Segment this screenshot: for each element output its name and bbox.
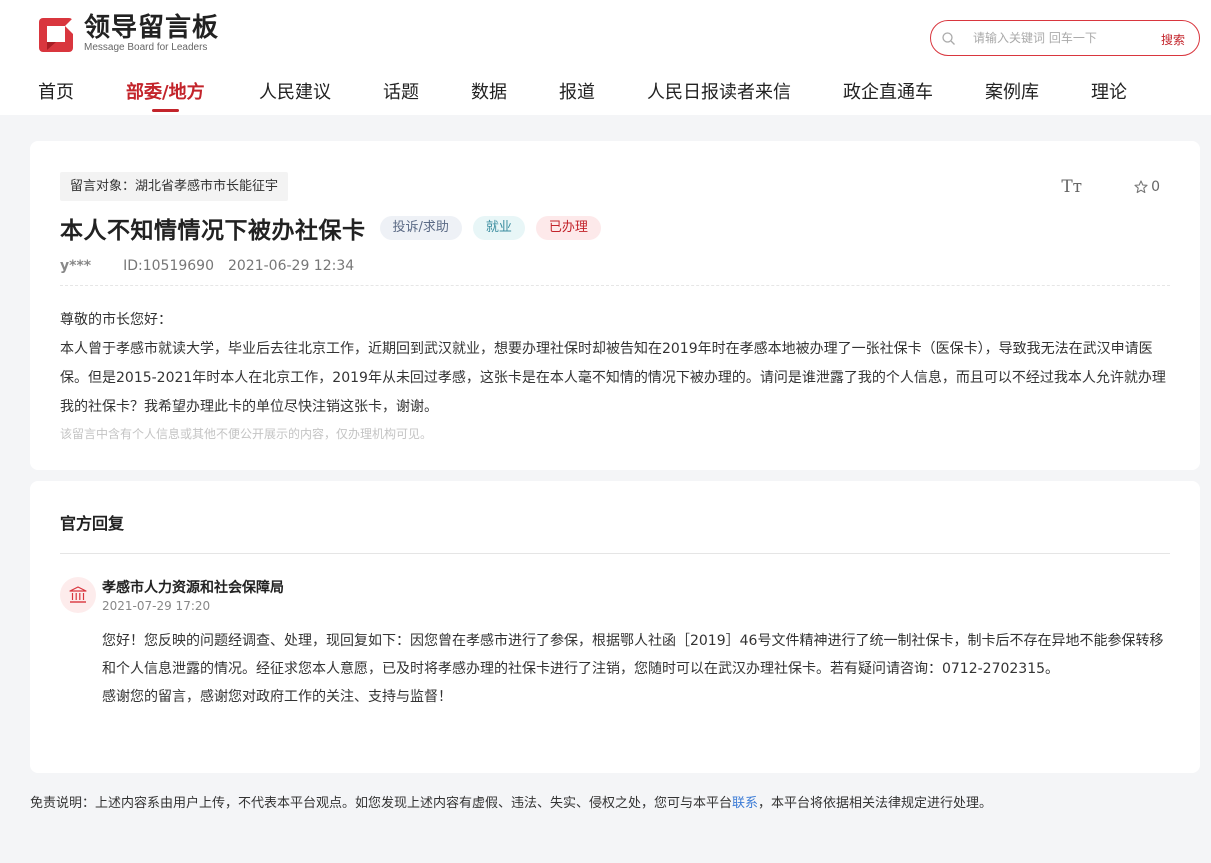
reply-org-name: 孝感市人力资源和社会保障局 (102, 580, 284, 596)
nav-item-data[interactable]: 数据 (471, 78, 507, 104)
message-title: 本人不知情情况下被办社保卡 (60, 218, 366, 244)
nav-item-ministries-local[interactable]: 部委/地方 (126, 78, 205, 104)
search-icon (942, 31, 955, 45)
message-tools: Tт 0 (1061, 177, 1160, 197)
divider (60, 285, 1170, 286)
nav-item-case-library[interactable]: 案例库 (985, 78, 1039, 104)
disclaimer-prefix: 免责说明：上述内容系由用户上传，不代表本平台观点。如您发现上述内容有虚假、违法、… (30, 796, 733, 811)
official-reply-card: 官方回复 孝感市人力资源和社会保障局 2021-07-29 17:20 您好！您… (30, 481, 1200, 773)
logo-mark-icon (38, 15, 76, 53)
government-building-icon (60, 577, 96, 613)
privacy-notice: 该留言中含有个人信息或其他不便公开展示的内容，仅办理机构可见。 (60, 427, 433, 441)
reply-closing: 感谢您的留言，感谢您对政府工作的关注、支持与监督！ (102, 689, 452, 705)
nav-item-readers-letters[interactable]: 人民日报读者来信 (647, 78, 791, 104)
author-name: y*** (60, 258, 92, 274)
search-input[interactable] (973, 31, 1143, 45)
reply-content: 您好！您反映的问题经调查、处理，现回复如下：因您曾在孝感市进行了参保，根据鄂人社… (102, 627, 1172, 711)
logo-subtitle: Message Board for Leaders (84, 42, 208, 53)
message-greeting: 尊敬的市长您好： (60, 312, 172, 328)
nav-item-people-suggestions[interactable]: 人民建议 (259, 78, 331, 104)
message-content: 尊敬的市长您好： 本人曾于孝感市就读大学，毕业后去往北京工作，近期回到武汉就业，… (60, 306, 1172, 422)
message-card: 留言对象：湖北省孝感市市长能征宇 Tт 0 本人不知情情况下被办社保卡 投诉/求… (30, 141, 1200, 470)
reply-section-title: 官方回复 (60, 514, 125, 533)
nav-item-reports[interactable]: 报道 (559, 78, 595, 104)
message-body: 本人曾于孝感市就读大学，毕业后去往北京工作，近期回到武汉就业，想要办理社保时却被… (60, 341, 1166, 415)
nav-item-theory[interactable]: 理论 (1091, 78, 1127, 104)
nav-active-indicator (152, 109, 179, 112)
nav-item-enterprise-express[interactable]: 政企直通车 (843, 78, 933, 104)
site-header: 领导留言板 Message Board for Leaders 搜索 首页 部委… (0, 0, 1211, 115)
disclaimer: 免责说明：上述内容系由用户上传，不代表本平台观点。如您发现上述内容有虚假、违法、… (30, 792, 992, 811)
search-button[interactable]: 搜索 (1161, 31, 1185, 48)
nav-item-topics[interactable]: 话题 (383, 78, 419, 104)
reply-datetime: 2021-07-29 17:20 (102, 599, 211, 613)
star-icon (1134, 180, 1148, 194)
logo-title: 领导留言板 (84, 13, 220, 43)
type-badge: 投诉/求助 (379, 216, 462, 240)
site-logo[interactable]: 领导留言板 Message Board for Leaders (38, 14, 219, 54)
message-id: ID:10519690 (123, 258, 214, 274)
reply-body: 您好！您反映的问题经调查、处理，现回复如下：因您曾在孝感市进行了参保，根据鄂人社… (102, 633, 1164, 677)
message-meta: y*** ID:10519690 2021-06-29 12:34 (60, 258, 354, 274)
font-size-icon[interactable]: Tт (1061, 177, 1082, 197)
divider (60, 553, 1170, 554)
contact-link[interactable]: 联系 (732, 796, 758, 811)
main-nav: 首页 部委/地方 人民建议 话题 数据 报道 人民日报读者来信 政企直通车 案例… (0, 72, 1211, 115)
disclaimer-suffix: ，本平台将依据相关法律规定进行处理。 (758, 796, 993, 811)
nav-item-home[interactable]: 首页 (38, 78, 74, 104)
status-badge: 已办理 (535, 216, 601, 240)
favorite-count: 0 (1151, 179, 1160, 195)
field-badge: 就业 (472, 216, 525, 240)
message-target: 留言对象：湖北省孝感市市长能征宇 (60, 172, 289, 201)
favorite-button[interactable]: 0 (1134, 179, 1160, 195)
message-datetime: 2021-06-29 12:34 (227, 258, 355, 274)
search-box: 搜索 (930, 20, 1200, 56)
